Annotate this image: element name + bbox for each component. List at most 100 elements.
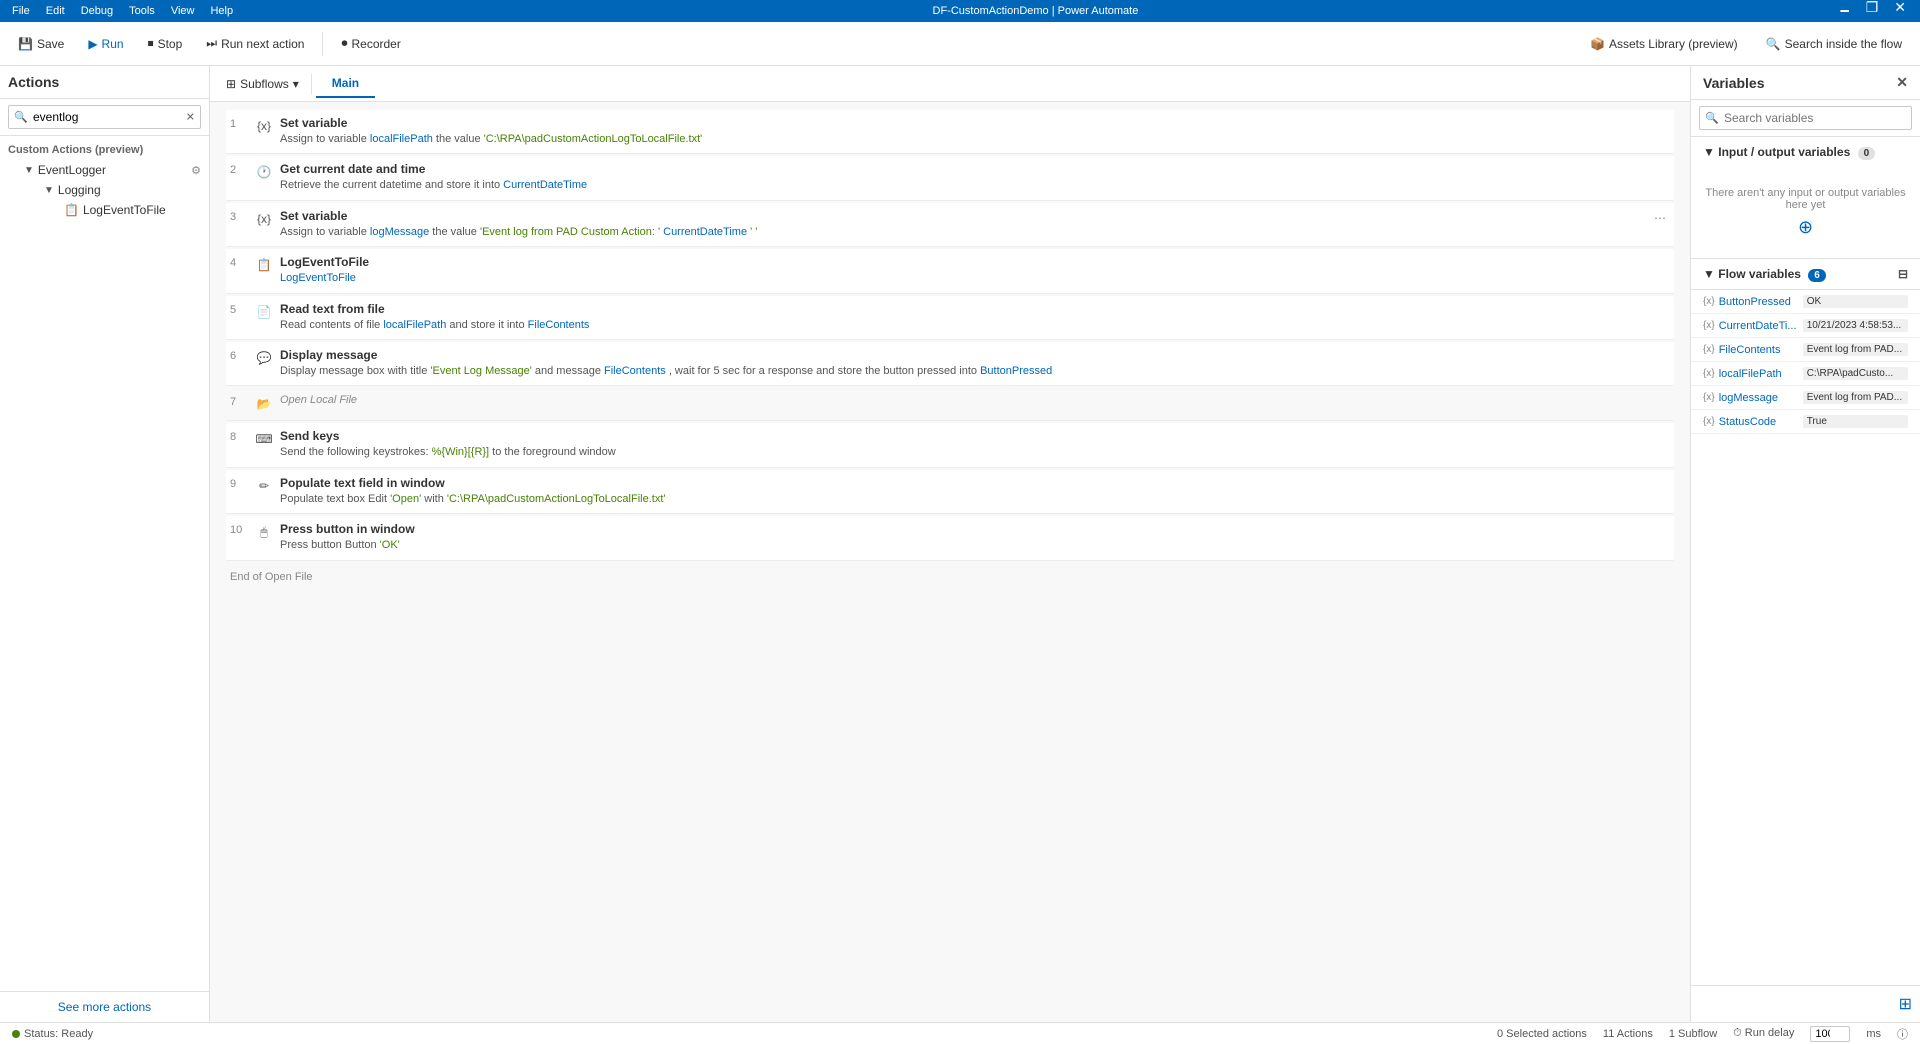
step-row-2: 2 🕐 Get current date and time Retrieve t… <box>226 156 1674 200</box>
var-type-icon: {x} <box>1703 320 1715 331</box>
step-number-8: 8 <box>230 429 254 443</box>
step-desc-10: Press button Button 'OK' <box>280 538 1670 553</box>
step-row-3: 3 {x} Set variable Assign to variable lo… <box>226 203 1674 247</box>
var-item: {x} logMessage Event log from PAD... <box>1691 386 1920 410</box>
see-more-label: See more actions <box>58 1000 151 1014</box>
settings-icon[interactable]: ⚙ <box>191 164 201 177</box>
run-delay-unit: ms <box>1866 1028 1881 1040</box>
var-value: C:\RPA\padCusto... <box>1803 367 1908 380</box>
sidebar-search-input[interactable] <box>8 105 201 129</box>
vars-bottom-icon[interactable]: ⊞ <box>1899 996 1912 1013</box>
recorder-icon: ⏺ <box>341 36 347 51</box>
menu-edit[interactable]: Edit <box>42 3 69 19</box>
save-button[interactable]: 💾 Save <box>8 33 74 55</box>
subflows-icon: ⊞ <box>226 77 236 91</box>
run-next-button[interactable]: ⏭ Run next action <box>196 32 314 55</box>
run-button[interactable]: ▶ Run <box>78 33 133 55</box>
step-icon-9: ✏ <box>254 476 274 496</box>
step-content-3: Set variable Assign to variable logMessa… <box>280 209 1670 240</box>
step-desc-6: Display message box with title 'Event Lo… <box>280 364 1670 379</box>
step-title-1: Set variable <box>280 116 1670 130</box>
flow-vars-filter-icon[interactable]: ⊟ <box>1898 267 1908 281</box>
sidebar-search-clear[interactable]: ✕ <box>186 111 195 124</box>
end-label-text: End of Open File <box>230 571 313 583</box>
sidebar-title: Actions <box>8 74 59 90</box>
flow-vars-header[interactable]: ▼ Flow variables 6 ⊟ <box>1691 259 1920 290</box>
right-sidebar-header: Variables ✕ <box>1691 66 1920 100</box>
vars-empty-message: There aren't any input or output variabl… <box>1691 167 1920 258</box>
custom-actions-section[interactable]: Custom Actions (preview) <box>0 140 209 160</box>
main-layout: Actions 🔍 ✕ Custom Actions (preview) ▼ E… <box>0 66 1920 1022</box>
menu-debug[interactable]: Debug <box>77 3 117 19</box>
step-row-1: 1 {x} Set variable Assign to variable lo… <box>226 110 1674 154</box>
tab-divider <box>311 74 312 94</box>
status-text: Status: Ready <box>24 1028 93 1040</box>
total-actions: 11 Actions <box>1603 1028 1653 1040</box>
vars-search-input[interactable] <box>1699 106 1912 130</box>
close-button[interactable]: ✕ <box>1888 0 1912 23</box>
step-icon-10: 🖱 <box>254 522 274 542</box>
assets-button[interactable]: 📦 Assets Library (preview) <box>1580 33 1748 55</box>
tree-subgroup: ▼ Logging 📋 LogEventToFile <box>8 180 209 220</box>
step-title-6: Display message <box>280 348 1670 362</box>
step-label-7: Open Local File <box>280 394 1670 406</box>
recorder-label: Recorder <box>351 37 400 51</box>
collapse-arrow-logging: ▼ <box>44 185 54 196</box>
step-icon-3: {x} <box>254 209 274 229</box>
collapse-arrow-io: ▼ <box>1703 145 1715 159</box>
title-bar-left: File Edit Debug Tools View Help <box>8 3 237 19</box>
flow-vars-badge: 6 <box>1808 269 1826 282</box>
step-content-6: Display message Display message box with… <box>280 348 1670 379</box>
menu-help[interactable]: Help <box>206 3 237 19</box>
step-title-8: Send keys <box>280 429 1670 443</box>
step-number-10: 10 <box>230 522 254 536</box>
flow-steps: 1 {x} Set variable Assign to variable lo… <box>210 102 1690 1022</box>
right-sidebar-close-button[interactable]: ✕ <box>1896 74 1908 91</box>
menu-file[interactable]: File <box>8 3 34 19</box>
maximize-button[interactable]: ❐ <box>1860 0 1885 23</box>
step-desc-2: Retrieve the current datetime and store … <box>280 178 1670 193</box>
stop-button[interactable]: ⏹ Stop <box>138 32 193 55</box>
var-name: StatusCode <box>1719 416 1799 428</box>
step-number-9: 9 <box>230 476 254 490</box>
see-more-button[interactable]: See more actions <box>0 991 209 1022</box>
custom-actions-label: Custom Actions (preview) <box>8 144 143 156</box>
tree-item-eventlogger[interactable]: ▼ EventLogger ⚙ <box>8 160 209 180</box>
search-flow-button[interactable]: 🔍 Search inside the flow <box>1756 33 1912 55</box>
subflows-label: Subflows <box>240 77 289 91</box>
toolbar-right: 📦 Assets Library (preview) 🔍 Search insi… <box>1580 33 1912 55</box>
recorder-button[interactable]: ⏺ Recorder <box>331 32 410 55</box>
collapse-arrow: ▼ <box>24 165 34 176</box>
input-output-header[interactable]: ▼ Input / output variables 0 <box>1691 137 1920 167</box>
assets-label: Assets Library (preview) <box>1609 37 1738 51</box>
step-row-9: 9 ✏ Populate text field in window Popula… <box>226 470 1674 514</box>
var-name: ButtonPressed <box>1719 296 1799 308</box>
selected-actions: 0 Selected actions <box>1497 1028 1587 1040</box>
status-bar: Status: Ready 0 Selected actions 11 Acti… <box>0 1022 1920 1044</box>
tree-item-logeventtofile[interactable]: 📋 LogEventToFile <box>24 200 209 220</box>
step-title-5: Read text from file <box>280 302 1670 316</box>
step-more-3[interactable]: ⋯ <box>1654 211 1666 225</box>
var-name: FileContents <box>1719 344 1799 356</box>
run-delay-info-icon[interactable]: ⓘ <box>1897 1026 1908 1042</box>
minimize-button[interactable]: 🗕 <box>1834 0 1856 23</box>
step-icon-2: 🕐 <box>254 162 274 182</box>
title-bar: File Edit Debug Tools View Help DF-Custo… <box>0 0 1920 22</box>
run-icon: ▶ <box>88 37 97 51</box>
run-delay-input[interactable] <box>1810 1026 1850 1042</box>
step-number-7: 7 <box>230 394 254 408</box>
menu-view[interactable]: View <box>167 3 199 19</box>
subflows-button[interactable]: ⊞ Subflows ▾ <box>218 73 307 95</box>
step-desc-8: Send the following keystrokes: %{Win}[{R… <box>280 445 1670 460</box>
status-right: 0 Selected actions 11 Actions 1 Subflow … <box>1497 1026 1908 1042</box>
step-icon-1: {x} <box>254 116 274 136</box>
tab-main[interactable]: Main <box>316 70 375 98</box>
var-value: Event log from PAD... <box>1803 343 1908 356</box>
step-number-6: 6 <box>230 348 254 362</box>
menu-tools[interactable]: Tools <box>125 3 159 19</box>
var-item: {x} localFilePath C:\RPA\padCusto... <box>1691 362 1920 386</box>
step-row-5: 5 📄 Read text from file Read contents of… <box>226 296 1674 340</box>
toolbar: 💾 Save ▶ Run ⏹ Stop ⏭ Run next action ⏺ … <box>0 22 1920 66</box>
vars-add-icon[interactable]: ⊕ <box>1703 217 1908 238</box>
tree-item-logging[interactable]: ▼ Logging <box>16 180 209 200</box>
